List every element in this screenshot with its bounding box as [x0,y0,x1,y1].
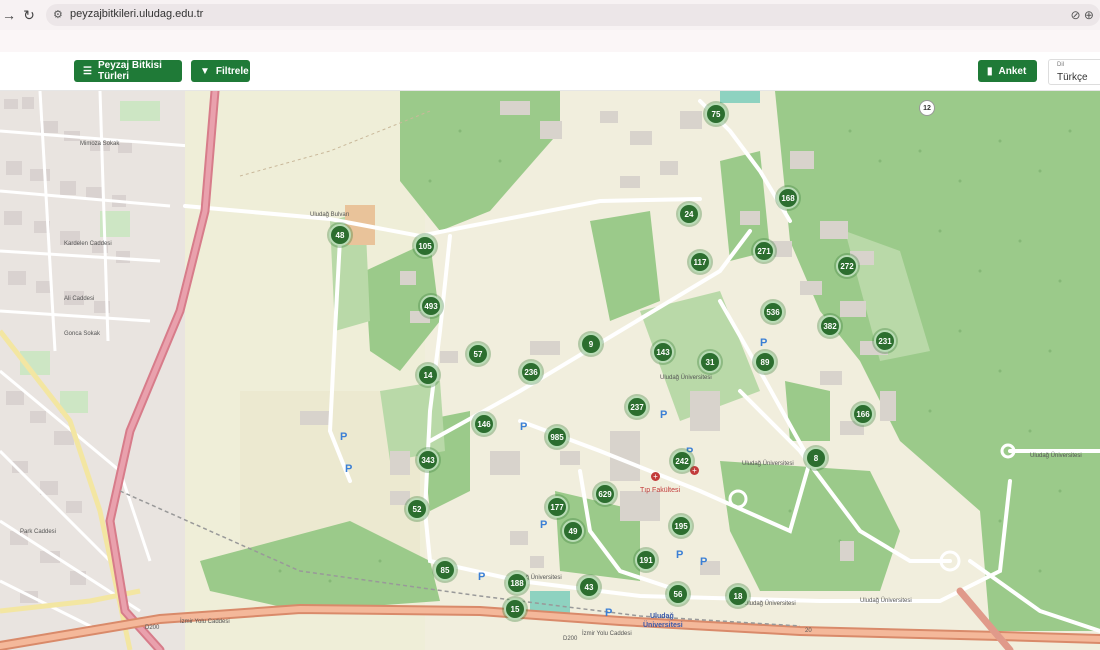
cluster-marker[interactable]: 195 [670,515,692,537]
label-d200-1: D200 [145,625,160,631]
cluster-marker[interactable]: 382 [819,315,841,337]
hospital-icon: + [690,466,699,475]
filter-icon: ▼ [200,65,210,77]
label-mimoza: Mimoza Sokak [80,141,120,147]
parking-icon: P [760,337,768,349]
label-uludag-univ-road-2: Uludağ Üniversitesi [860,598,912,604]
cluster-marker[interactable]: 75 [705,103,727,125]
cluster-marker[interactable]: 85 [434,559,456,581]
cluster-marker[interactable]: 236 [520,361,542,383]
parking-icon: P [340,431,348,443]
label-route-number: 20 [805,628,812,634]
cluster-marker[interactable]: 48 [329,224,351,246]
cluster-marker[interactable]: 117 [689,251,711,273]
survey-button[interactable]: ▮ Anket [978,60,1037,82]
survey-button-label: Anket [998,65,1027,77]
cluster-marker[interactable]: 629 [594,483,616,505]
parking-icon: P [676,549,684,561]
cluster-marker[interactable]: 9 [580,333,602,355]
parking-icon: P [520,421,528,433]
reload-icon[interactable]: ↻ [20,6,38,24]
url-text[interactable]: peyzajbitkileri.uludag.edu.tr [70,8,203,20]
label-izmir-yolu-2: İzmir Yolu Caddesi [582,631,632,637]
app-toolbar: ☰ Peyzaj Bitkisi Türleri ▼ Filtrele ▮ An… [0,52,1100,91]
cluster-marker[interactable]: 166 [852,403,874,425]
cluster-marker[interactable]: 985 [546,426,568,448]
label-bulvar: Uludağ Bulvarı [310,212,350,218]
cluster-marker[interactable]: 146 [473,413,495,435]
route-badge: 12 [919,100,935,116]
language-caption: Dil [1057,62,1064,68]
label-gonca: Gonca Sokak [64,331,101,337]
label-kardelen: Kardelen Caddesi [64,241,112,247]
filter-button[interactable]: ▼ Filtrele [191,60,250,82]
filter-button-label: Filtrele [215,65,249,77]
address-bar[interactable]: ⚙ peyzajbitkileri.uludag.edu.tr ⊘ ⊕ [46,4,1100,26]
language-value: Türkçe [1057,72,1088,83]
language-select[interactable]: Dil Türkçe [1048,59,1100,85]
cluster-marker[interactable]: 89 [754,351,776,373]
campus-map[interactable]: Tıp Fakültesi Uludağ Üniversitesi İzmir … [0,91,1100,650]
cluster-marker[interactable]: 237 [626,396,648,418]
cluster-marker[interactable]: 231 [874,330,896,352]
label-uludag-univ-road-1: Uludağ Üniversitesi [660,375,712,381]
cluster-marker[interactable]: 52 [406,498,428,520]
cluster-marker[interactable]: 191 [635,549,657,571]
arrow-right-icon[interactable]: → [0,6,18,24]
cluster-marker[interactable]: 56 [667,583,689,605]
list-icon: ☰ [83,65,92,77]
cluster-marker[interactable]: 168 [777,187,799,209]
cluster-marker[interactable]: 343 [417,449,439,471]
parking-icon: P [345,463,353,475]
cluster-marker[interactable]: 188 [506,572,528,594]
cluster-marker[interactable]: 31 [699,351,721,373]
cluster-marker[interactable]: 14 [417,364,439,386]
browser-toolbar: → ↻ ⚙ peyzajbitkileri.uludag.edu.tr ⊘ ⊕ [0,0,1100,30]
label-park-caddesi: Park Caddesi [20,529,57,535]
label-uludag-univ-road-3: Uludağ Üniversitesi [744,601,796,607]
cluster-marker[interactable]: 49 [562,520,584,542]
site-info-icon[interactable]: ⚙ [53,8,63,21]
label-uludag-university-1: Uludağ [650,613,674,620]
label-uludag-university-2: Üniversitesi [643,622,683,629]
label-uludag-univ-road-6: Uludağ Üniversitesi [742,461,794,467]
cluster-marker[interactable]: 15 [504,598,526,620]
cluster-marker[interactable]: 24 [678,203,700,225]
cluster-marker[interactable]: 57 [467,343,489,365]
cluster-marker[interactable]: 8 [805,447,827,469]
cluster-marker[interactable]: 143 [652,341,674,363]
cluster-marker[interactable]: 271 [753,240,775,262]
browser-extensions-icon[interactable]: ⊘ ⊕ [1071,8,1094,22]
species-list-button[interactable]: ☰ Peyzaj Bitkisi Türleri [74,60,182,82]
label-uludag-univ-road-4: Uludağ Üniversitesi [1030,453,1082,459]
hospital-icon: + [651,472,660,481]
bar-chart-icon: ▮ [987,65,993,77]
label-izmir-yolu-1: İzmir Yolu Caddesi [180,619,230,625]
map-tiles [0,91,1100,650]
cluster-marker[interactable]: 177 [546,496,568,518]
species-list-button-label: Peyzaj Bitkisi Türleri [97,60,162,82]
cluster-marker[interactable]: 536 [762,301,784,323]
parking-icon: P [540,519,548,531]
label-d200-2: D200 [563,636,578,642]
parking-icon: P [478,571,486,583]
cluster-marker[interactable]: 272 [836,255,858,277]
parking-icon: P [660,409,668,421]
cluster-marker[interactable]: 105 [414,235,436,257]
cluster-marker[interactable]: 18 [727,585,749,607]
page-header-spacer [0,30,1100,52]
cluster-marker[interactable]: 43 [578,576,600,598]
cluster-marker[interactable]: 242 [671,450,693,472]
cluster-marker[interactable]: 493 [420,295,442,317]
parking-icon: P [605,607,613,619]
label-medical-faculty: Tıp Fakültesi [640,487,681,494]
parking-icon: P [700,556,708,568]
label-ali-caddesi: Ali Caddesi [64,296,95,302]
